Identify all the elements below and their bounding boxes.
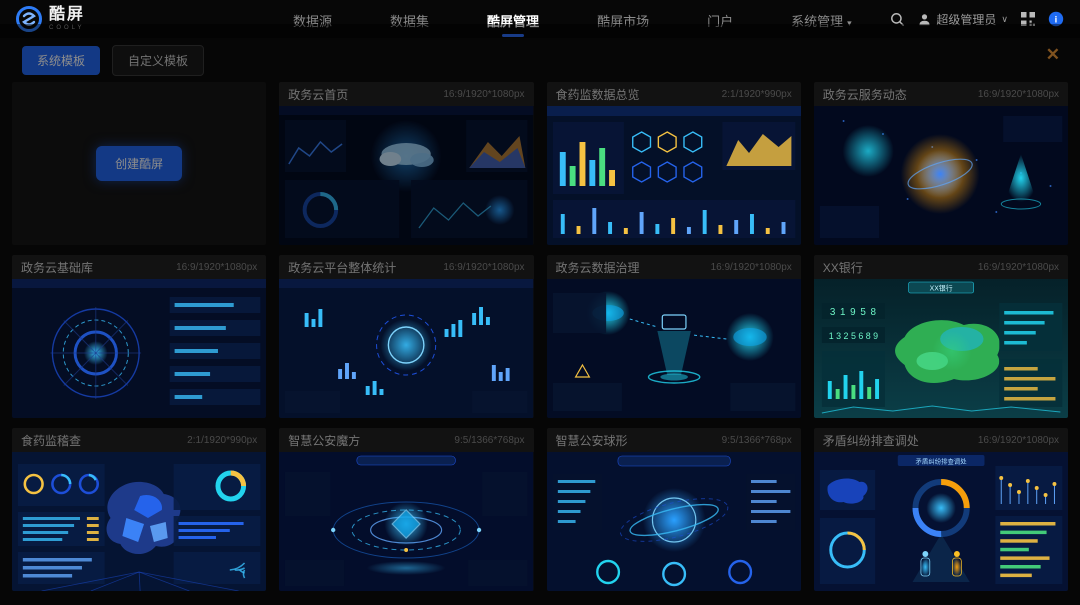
card-hover-overlay: 创建 预览 [279,82,533,245]
svg-text:3 1 9 5 8: 3 1 9 5 8 [830,307,877,318]
card-thumbnail[interactable] [547,452,801,591]
card-thumbnail[interactable] [279,452,533,591]
template-card-fooddata: 食药监数据总览 2:1/1920*990px [547,82,801,245]
template-card-sphere: 政务云服务动态 16:9/1920*1080px [814,82,1068,245]
card-thumbnail[interactable]: 矛盾纠纷排查调处 [814,452,1068,591]
svg-text:XX银行: XX银行 [929,283,952,292]
svg-text:1 3 2 5 6 8 9: 1 3 2 5 6 8 9 [829,331,878,341]
template-card-dispute: 矛盾纠纷排查调处 16:9/1920*1080px 矛盾纠纷排查调处 [814,428,1068,591]
svg-text:矛盾纠纷排查调处: 矛盾纠纷排查调处 [915,456,967,465]
card-thumbnail[interactable]: XX银行 3 1 9 5 8 1 3 2 5 6 8 9 [814,279,1068,418]
card-thumbnail[interactable] [814,106,1068,245]
template-card-radar: 政务云基础库 16:9/1920*1080px [12,255,266,418]
template-card-inspection: 食药监稽查 2:1/1920*990px [12,428,266,591]
card-thumbnail[interactable] [279,279,533,418]
template-card-bank: XX银行 16:9/1920*1080px XX银行 3 1 9 5 8 1 3… [814,255,1068,418]
template-card-governance: 政务云数据治理 16:9/1920*1080px [547,255,801,418]
logo-title: 酷屏 [49,7,85,23]
chevron-down-icon: ∨ [1001,14,1008,25]
template-card-stats: 政务云平台整体统计 16:9/1920*1080px [279,255,533,418]
card-thumbnail[interactable] [547,106,801,245]
card-thumbnail[interactable] [12,452,266,591]
template-card-cube: 智慧公安魔方 9:5/1366*768px [279,428,533,591]
template-grid: 创建酷屏 政务云首页 16:9/1920*1080px 创建 预览 [0,82,1080,591]
card-thumbnail[interactable] [12,279,266,418]
template-card-globe: 智慧公安球形 9:5/1366*768px [547,428,801,591]
template-card-cloud: 政务云首页 16:9/1920*1080px 创建 预览 [279,82,533,245]
card-thumbnail[interactable] [547,279,801,418]
